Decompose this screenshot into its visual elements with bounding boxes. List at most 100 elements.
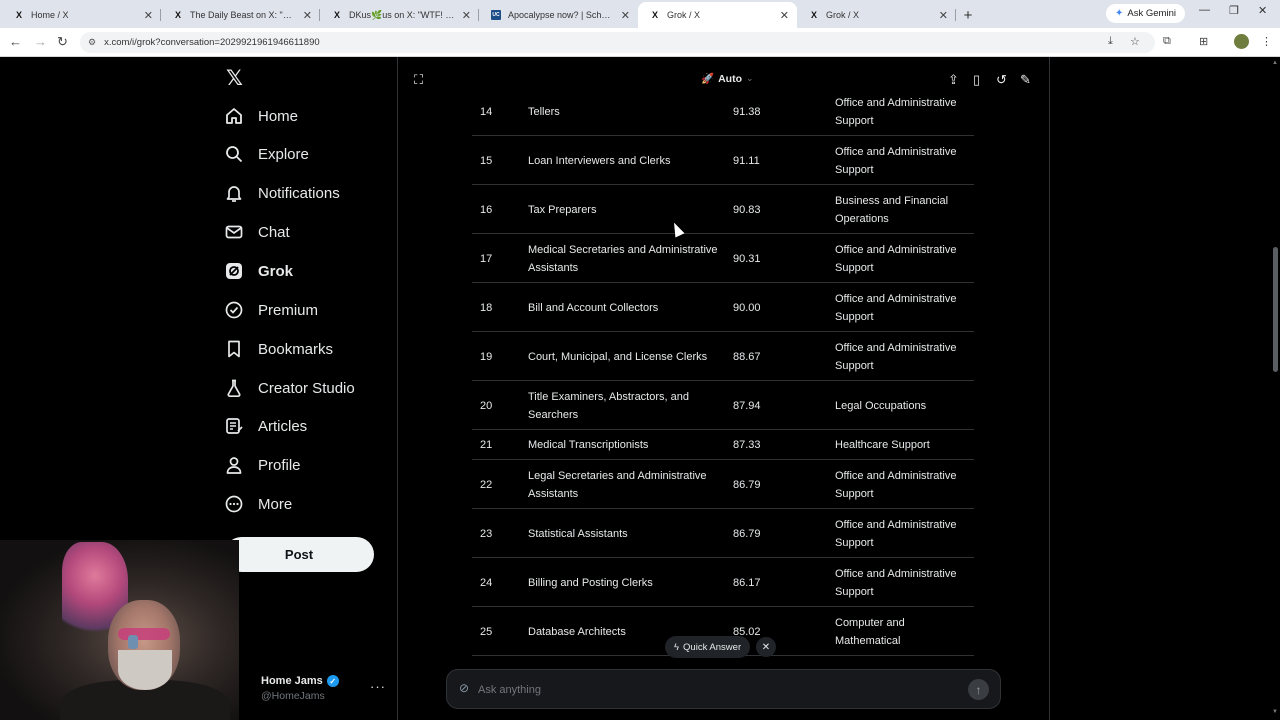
sidebar-item-label: Home bbox=[258, 107, 299, 125]
category-cell: Office and Administrative Support bbox=[835, 567, 957, 598]
occupation-cell: Loan Interviewers and Clerks bbox=[528, 154, 671, 167]
tab-close-icon[interactable]: ✕ bbox=[462, 9, 471, 22]
category-cell: Office and Administrative Support bbox=[835, 292, 957, 323]
tab-close-icon[interactable]: ✕ bbox=[144, 9, 153, 22]
webcam-overlay bbox=[0, 540, 239, 720]
x-logo[interactable]: 𝕏 bbox=[226, 66, 243, 90]
bookmark-icon[interactable]: ▯ bbox=[973, 72, 980, 88]
sidebar-item-articles[interactable]: Articles bbox=[224, 411, 307, 441]
occupation-cell: Title Examiners, Abstractors, and Search… bbox=[528, 390, 689, 421]
browser-tab[interactable]: X Grok / X ✕ bbox=[638, 2, 797, 28]
url-text[interactable]: x.com/i/grok?conversation=20299219619466… bbox=[104, 37, 320, 48]
scroll-down-icon[interactable]: ▼ bbox=[1272, 709, 1278, 715]
restore-icon[interactable]: ❐ bbox=[1229, 4, 1239, 17]
model-selector[interactable]: 🚀 Auto ⌄ bbox=[701, 72, 754, 86]
browser-menu-icon[interactable]: ⋮ bbox=[1261, 35, 1272, 48]
bell-icon bbox=[224, 183, 244, 203]
score-cell: 91.11 bbox=[733, 154, 760, 167]
sidebar-item-explore[interactable]: Explore bbox=[224, 139, 309, 169]
bookmark-icon bbox=[224, 339, 244, 359]
occupation-cell: Billing and Posting Clerks bbox=[528, 576, 653, 589]
person-icon bbox=[224, 455, 244, 475]
tab-search-icon[interactable]: ⊞ bbox=[1199, 35, 1208, 48]
profile-name[interactable]: Home Jams ✓ bbox=[261, 675, 339, 687]
category-cell: Business and Financial Operations bbox=[835, 194, 949, 225]
ask-input[interactable] bbox=[478, 681, 938, 699]
site-info-icon[interactable]: ⚙ bbox=[88, 37, 96, 48]
tab-close-icon[interactable]: ✕ bbox=[621, 9, 630, 22]
rank-cell: 24 bbox=[480, 576, 493, 589]
favicon-icon: X bbox=[174, 10, 181, 20]
extensions-icon[interactable]: ⧉ bbox=[1163, 35, 1171, 48]
category-cell: Legal Occupations bbox=[835, 399, 927, 412]
webcam-person-glasses bbox=[118, 628, 170, 640]
category-cell: Office and Administrative Support bbox=[835, 518, 957, 549]
browser-profile-avatar[interactable] bbox=[1234, 34, 1249, 49]
sidebar-item-profile[interactable]: Profile bbox=[224, 450, 301, 480]
sidebar-item-bookmarks[interactable]: Bookmarks bbox=[224, 334, 333, 364]
sidebar-item-label: Grok bbox=[258, 262, 294, 280]
share-icon[interactable]: ⇪ bbox=[948, 72, 959, 88]
sidebar-item-chat[interactable]: Chat bbox=[224, 217, 290, 247]
occupation-table: 14 Tellers 91.38 Office and Administrative … bbox=[472, 87, 974, 656]
history-icon[interactable]: ↺ bbox=[996, 72, 1007, 88]
bookmark-star-icon[interactable]: ☆ bbox=[1130, 35, 1140, 48]
sidebar-item-label: Notifications bbox=[258, 184, 340, 202]
sidebar-item-creator-studio[interactable]: Creator Studio bbox=[224, 373, 355, 403]
new-tab-button[interactable]: + bbox=[956, 2, 980, 28]
sidebar-item-grok[interactable]: Grok bbox=[224, 256, 293, 286]
browser-tab[interactable]: X Grok / X ✕ bbox=[797, 2, 956, 28]
expand-icon[interactable]: ⛶ bbox=[414, 72, 423, 88]
category-cell: Office and Administrative Support bbox=[835, 243, 957, 274]
quick-answer-button[interactable]: ϟ Quick Answer bbox=[665, 636, 751, 658]
browser-tab[interactable]: X DKus🌿us on X: "WTF! - Welco ✕ bbox=[320, 2, 479, 28]
favicon-icon: X bbox=[15, 10, 22, 20]
page-scrollbar[interactable]: ▲ ▼ bbox=[1270, 57, 1280, 720]
tab-separator bbox=[955, 9, 956, 21]
flask-icon bbox=[224, 378, 244, 398]
browser-tab[interactable]: X The Daily Beast on X: "The fam ✕ bbox=[161, 2, 320, 28]
sidebar-item-more[interactable]: More bbox=[224, 489, 292, 519]
table-row: 21 Medical Transcriptionists 87.33 Healthca… bbox=[472, 430, 974, 460]
quick-answer-close-icon[interactable]: ✕ bbox=[756, 637, 776, 657]
omnibox[interactable]: ⚙ x.com/i/grok?conversation=202992196194… bbox=[80, 32, 1155, 53]
premium-icon bbox=[224, 300, 244, 320]
browser-tab[interactable]: UC Apocalypse now? | School of Sc ✕ bbox=[479, 2, 638, 28]
webcam-person-headset bbox=[128, 635, 138, 649]
sidebar-item-premium[interactable]: Premium bbox=[224, 295, 318, 325]
new-chat-icon[interactable]: ✎ bbox=[1020, 72, 1031, 88]
post-button[interactable]: Post bbox=[224, 537, 374, 572]
attach-icon[interactable]: ⊘ bbox=[459, 681, 469, 695]
occupation-cell: Medical Transcriptionists bbox=[528, 439, 649, 451]
profile-name-text: Home Jams bbox=[261, 675, 323, 687]
sidebar-item-label: Articles bbox=[258, 417, 308, 435]
table-row: 18 Bill and Account Collectors 90.00 Office… bbox=[472, 283, 974, 332]
sidebar-item-label: More bbox=[258, 495, 293, 513]
verified-badge-icon: ✓ bbox=[326, 675, 339, 687]
sidebar-item-notifications[interactable]: Notifications bbox=[224, 178, 340, 208]
sidebar-item-home[interactable]: Home bbox=[224, 101, 298, 131]
minimize-icon[interactable]: — bbox=[1199, 4, 1210, 16]
tab-close-icon[interactable]: ✕ bbox=[780, 9, 789, 22]
reload-icon[interactable]: ↻ bbox=[57, 34, 68, 50]
table-row: 23 Statistical Assistants 86.79 Office and … bbox=[472, 509, 974, 558]
right-empty-area bbox=[1050, 57, 1280, 720]
browser-tab[interactable]: X Home / X ✕ bbox=[2, 2, 161, 28]
sidebar-item-label: Bookmarks bbox=[258, 340, 334, 358]
profile-more-icon[interactable]: ··· bbox=[370, 679, 386, 694]
tab-close-icon[interactable]: ✕ bbox=[939, 9, 948, 22]
back-icon[interactable]: ← bbox=[9, 34, 22, 49]
sidebar-item-label: Premium bbox=[258, 301, 319, 319]
rank-cell: 21 bbox=[480, 439, 493, 451]
window-close-icon[interactable]: ✕ bbox=[1258, 4, 1267, 17]
scroll-up-icon[interactable]: ▲ bbox=[1272, 60, 1278, 66]
favicon-icon: UC bbox=[491, 10, 501, 20]
scrollbar-thumb[interactable] bbox=[1273, 247, 1278, 372]
ask-gemini-button[interactable]: ✦ Ask Gemini bbox=[1106, 4, 1185, 23]
forward-icon[interactable]: → bbox=[34, 34, 47, 49]
install-app-icon[interactable]: ⤓ bbox=[1108, 35, 1113, 48]
send-icon[interactable]: ↑ bbox=[968, 679, 989, 700]
occupation-cell: Tax Preparers bbox=[528, 203, 597, 216]
tab-close-icon[interactable]: ✕ bbox=[303, 9, 312, 22]
table-row: 19 Court, Municipal, and License Clerks 88… bbox=[472, 332, 974, 381]
